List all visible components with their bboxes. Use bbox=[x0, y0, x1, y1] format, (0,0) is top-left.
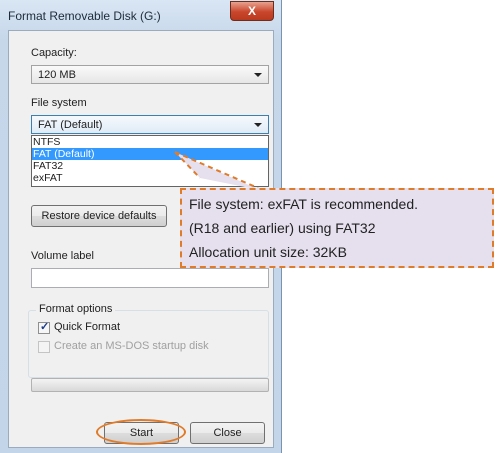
callout-line-1: File system: exFAT is recommended. bbox=[189, 196, 418, 212]
callout-line-3: Allocation unit size: 32KB bbox=[189, 244, 347, 260]
callout-line-2: (R18 and earlier) using FAT32 bbox=[189, 220, 376, 236]
instruction-callout: File system: exFAT is recommended. (R18 … bbox=[180, 188, 494, 268]
